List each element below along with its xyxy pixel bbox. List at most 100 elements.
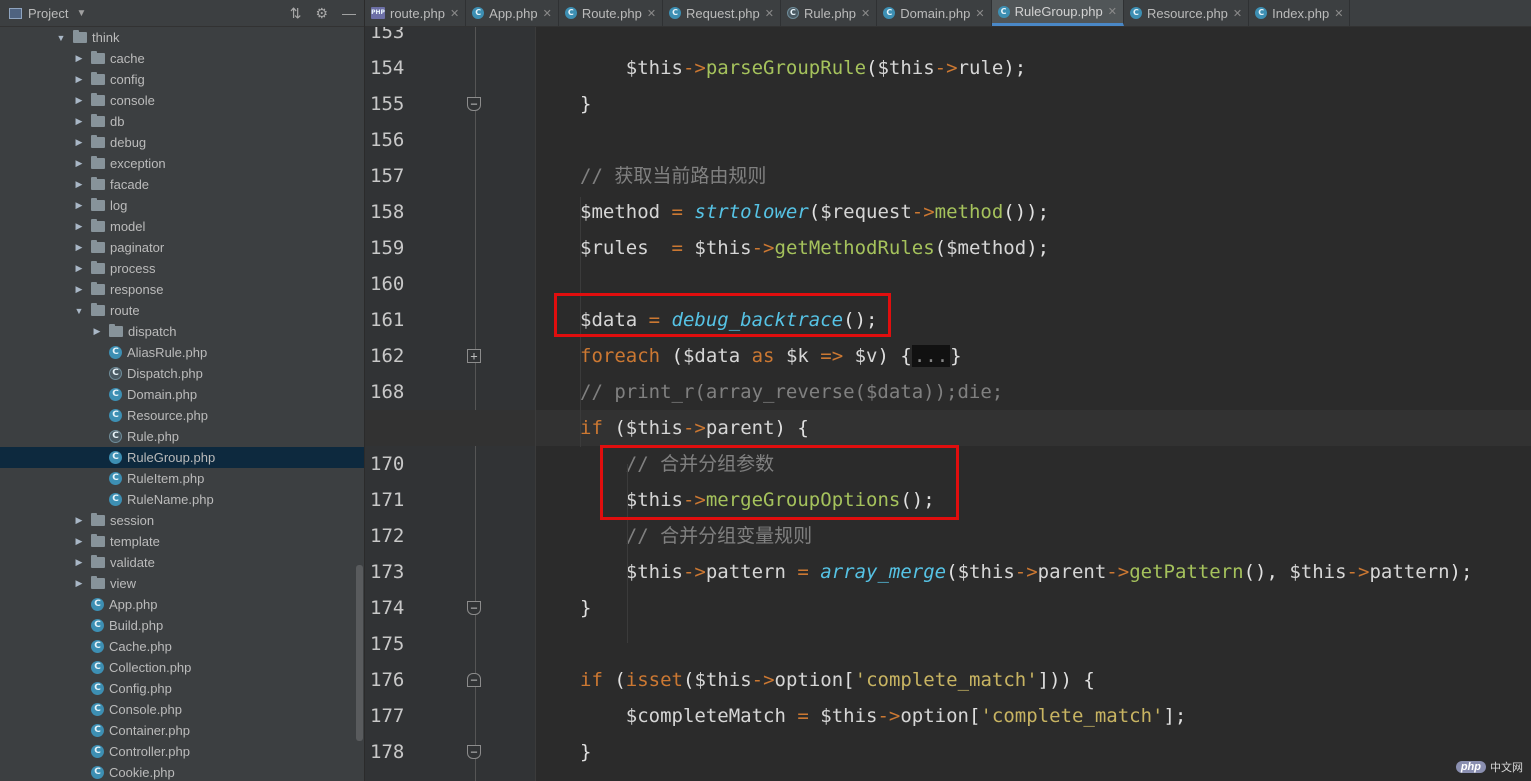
tree-folder[interactable]: ▶ exception [0, 153, 364, 174]
tree-folder[interactable]: ▶ dispatch [0, 321, 364, 342]
tree-file[interactable]: C Domain.php [0, 384, 364, 405]
collapsed-arrow-icon[interactable]: ▶ [73, 242, 85, 253]
close-icon[interactable]: ✕ [1108, 5, 1117, 18]
tab-resource[interactable]: C Resource.php ✕ [1124, 0, 1250, 26]
minimize-icon[interactable]: — [342, 5, 356, 21]
expanded-arrow-icon[interactable]: ▼ [55, 33, 67, 43]
collapsed-arrow-icon[interactable]: ▶ [73, 179, 85, 190]
close-icon[interactable]: ✕ [765, 7, 774, 20]
code-line[interactable]: $completeMatch = $this->option['complete… [365, 698, 1531, 734]
collapsed-arrow-icon[interactable]: ▶ [73, 515, 85, 526]
tree-folder[interactable]: ▶ paginator [0, 237, 364, 258]
code-line[interactable]: if ($this->parent) { [365, 410, 1531, 446]
collapsed-arrow-icon[interactable]: ▶ [73, 221, 85, 232]
code-line[interactable]: $data = debug_backtrace(); [365, 302, 1531, 338]
tree-file[interactable]: C Build.php [0, 615, 364, 636]
tab-rulegroup[interactable]: C RuleGroup.php ✕ [991, 0, 1124, 26]
code-line[interactable]: // 获取当前路由规则 [365, 158, 1531, 194]
code-line[interactable]: // 合并分组变量规则 [365, 518, 1531, 554]
tab-index[interactable]: C Index.php ✕ [1249, 0, 1351, 26]
collapsed-arrow-icon[interactable]: ▶ [73, 53, 85, 64]
tree-folder[interactable]: ▶ validate [0, 552, 364, 573]
code-line[interactable]: $this->parseGroupRule($this->rule); [365, 50, 1531, 86]
tab-route[interactable]: C Route.php ✕ [559, 0, 664, 26]
collapsed-arrow-icon[interactable]: ▶ [73, 116, 85, 127]
code-token: $this [877, 57, 935, 79]
code-line[interactable]: $rules = $this->getMethodRules($method); [365, 230, 1531, 266]
tab-app[interactable]: C App.php ✕ [466, 0, 559, 26]
close-icon[interactable]: ✕ [543, 7, 552, 20]
tree-folder[interactable]: ▶ console [0, 90, 364, 111]
tree-file[interactable]: C Collection.php [0, 657, 364, 678]
project-scrollbar[interactable] [356, 565, 363, 741]
code-editor[interactable]: 153154155−156157158159160161162+168169−1… [365, 27, 1531, 781]
tab-rule[interactable]: C Rule.php ✕ [781, 0, 878, 26]
collapsed-arrow-icon[interactable]: ▶ [73, 200, 85, 211]
tab-request[interactable]: C Request.php ✕ [663, 0, 781, 26]
collapse-all-icon[interactable]: ⇅ [290, 5, 302, 22]
tree-folder[interactable]: ▶ view [0, 573, 364, 594]
tree-folder[interactable]: ▶ log [0, 195, 364, 216]
tree-file[interactable]: C Resource.php [0, 405, 364, 426]
tree-file[interactable]: C Cookie.php [0, 762, 364, 781]
close-icon[interactable]: ✕ [975, 7, 984, 20]
collapsed-arrow-icon[interactable]: ▶ [73, 263, 85, 274]
code-line[interactable] [365, 122, 1531, 158]
tree-file[interactable]: C App.php [0, 594, 364, 615]
tree-folder[interactable]: ▶ session [0, 510, 364, 531]
close-icon[interactable]: ✕ [450, 7, 459, 20]
collapsed-arrow-icon[interactable]: ▶ [73, 557, 85, 568]
tree-folder[interactable]: ▶ response [0, 279, 364, 300]
expanded-arrow-icon[interactable]: ▼ [73, 306, 85, 316]
close-icon[interactable]: ✕ [647, 7, 656, 20]
tree-folder[interactable]: ▶ model [0, 216, 364, 237]
tree-folder[interactable]: ▼ route [0, 300, 364, 321]
tree-file[interactable]: C RuleName.php [0, 489, 364, 510]
collapsed-arrow-icon[interactable]: ▶ [73, 158, 85, 169]
collapsed-arrow-icon[interactable]: ▶ [73, 95, 85, 106]
close-icon[interactable]: ✕ [861, 7, 870, 20]
code-line[interactable]: // print_r(array_reverse($data));die; [365, 374, 1531, 410]
tree-file[interactable]: C Dispatch.php [0, 363, 364, 384]
collapsed-arrow-icon[interactable]: ▶ [73, 137, 85, 148]
tab-route[interactable]: PHP route.php ✕ [365, 0, 467, 26]
tree-file[interactable]: C Rule.php [0, 426, 364, 447]
tree-file[interactable]: C Controller.php [0, 741, 364, 762]
code-line[interactable]: } [365, 590, 1531, 626]
collapsed-arrow-icon[interactable]: ▶ [73, 284, 85, 295]
code-line[interactable] [365, 266, 1531, 302]
tree-folder[interactable]: ▶ db [0, 111, 364, 132]
tree-folder[interactable]: ▶ process [0, 258, 364, 279]
tree-folder[interactable]: ▶ cache [0, 48, 364, 69]
chevron-down-icon[interactable]: ▼ [76, 8, 86, 19]
tree-file[interactable]: C Console.php [0, 699, 364, 720]
collapsed-arrow-icon[interactable]: ▶ [73, 74, 85, 85]
tree-file[interactable]: C Container.php [0, 720, 364, 741]
code-line[interactable]: $method = strtolower($request->method())… [365, 194, 1531, 230]
tab-domain[interactable]: C Domain.php ✕ [877, 0, 992, 26]
code-line[interactable]: if (isset($this->option['complete_match'… [365, 662, 1531, 698]
code-line[interactable]: foreach ($data as $k => $v) {...} [365, 338, 1531, 374]
tree-file[interactable]: C RuleGroup.php [0, 447, 364, 468]
code-line[interactable]: $this->pattern = array_merge($this->pare… [365, 554, 1531, 590]
tree-file[interactable]: C Config.php [0, 678, 364, 699]
code-line[interactable]: } [365, 734, 1531, 770]
collapsed-arrow-icon[interactable]: ▶ [73, 536, 85, 547]
tree-file[interactable]: C AliasRule.php [0, 342, 364, 363]
close-icon[interactable]: ✕ [1334, 7, 1343, 20]
close-icon[interactable]: ✕ [1233, 7, 1242, 20]
tree-folder[interactable]: ▼ think [0, 27, 364, 48]
tree-folder[interactable]: ▶ template [0, 531, 364, 552]
tree-folder[interactable]: ▶ debug [0, 132, 364, 153]
collapsed-arrow-icon[interactable]: ▶ [73, 578, 85, 589]
tree-folder[interactable]: ▶ facade [0, 174, 364, 195]
tree-file[interactable]: C Cache.php [0, 636, 364, 657]
code-line[interactable] [365, 27, 1531, 50]
tree-folder[interactable]: ▶ config [0, 69, 364, 90]
code-line[interactable]: } [365, 86, 1531, 122]
tree-file[interactable]: C RuleItem.php [0, 468, 364, 489]
collapsed-arrow-icon[interactable]: ▶ [91, 326, 103, 337]
gear-icon[interactable]: ⚙ [315, 5, 328, 22]
project-panel-title[interactable]: Project [28, 6, 68, 21]
code-line[interactable] [365, 626, 1531, 662]
